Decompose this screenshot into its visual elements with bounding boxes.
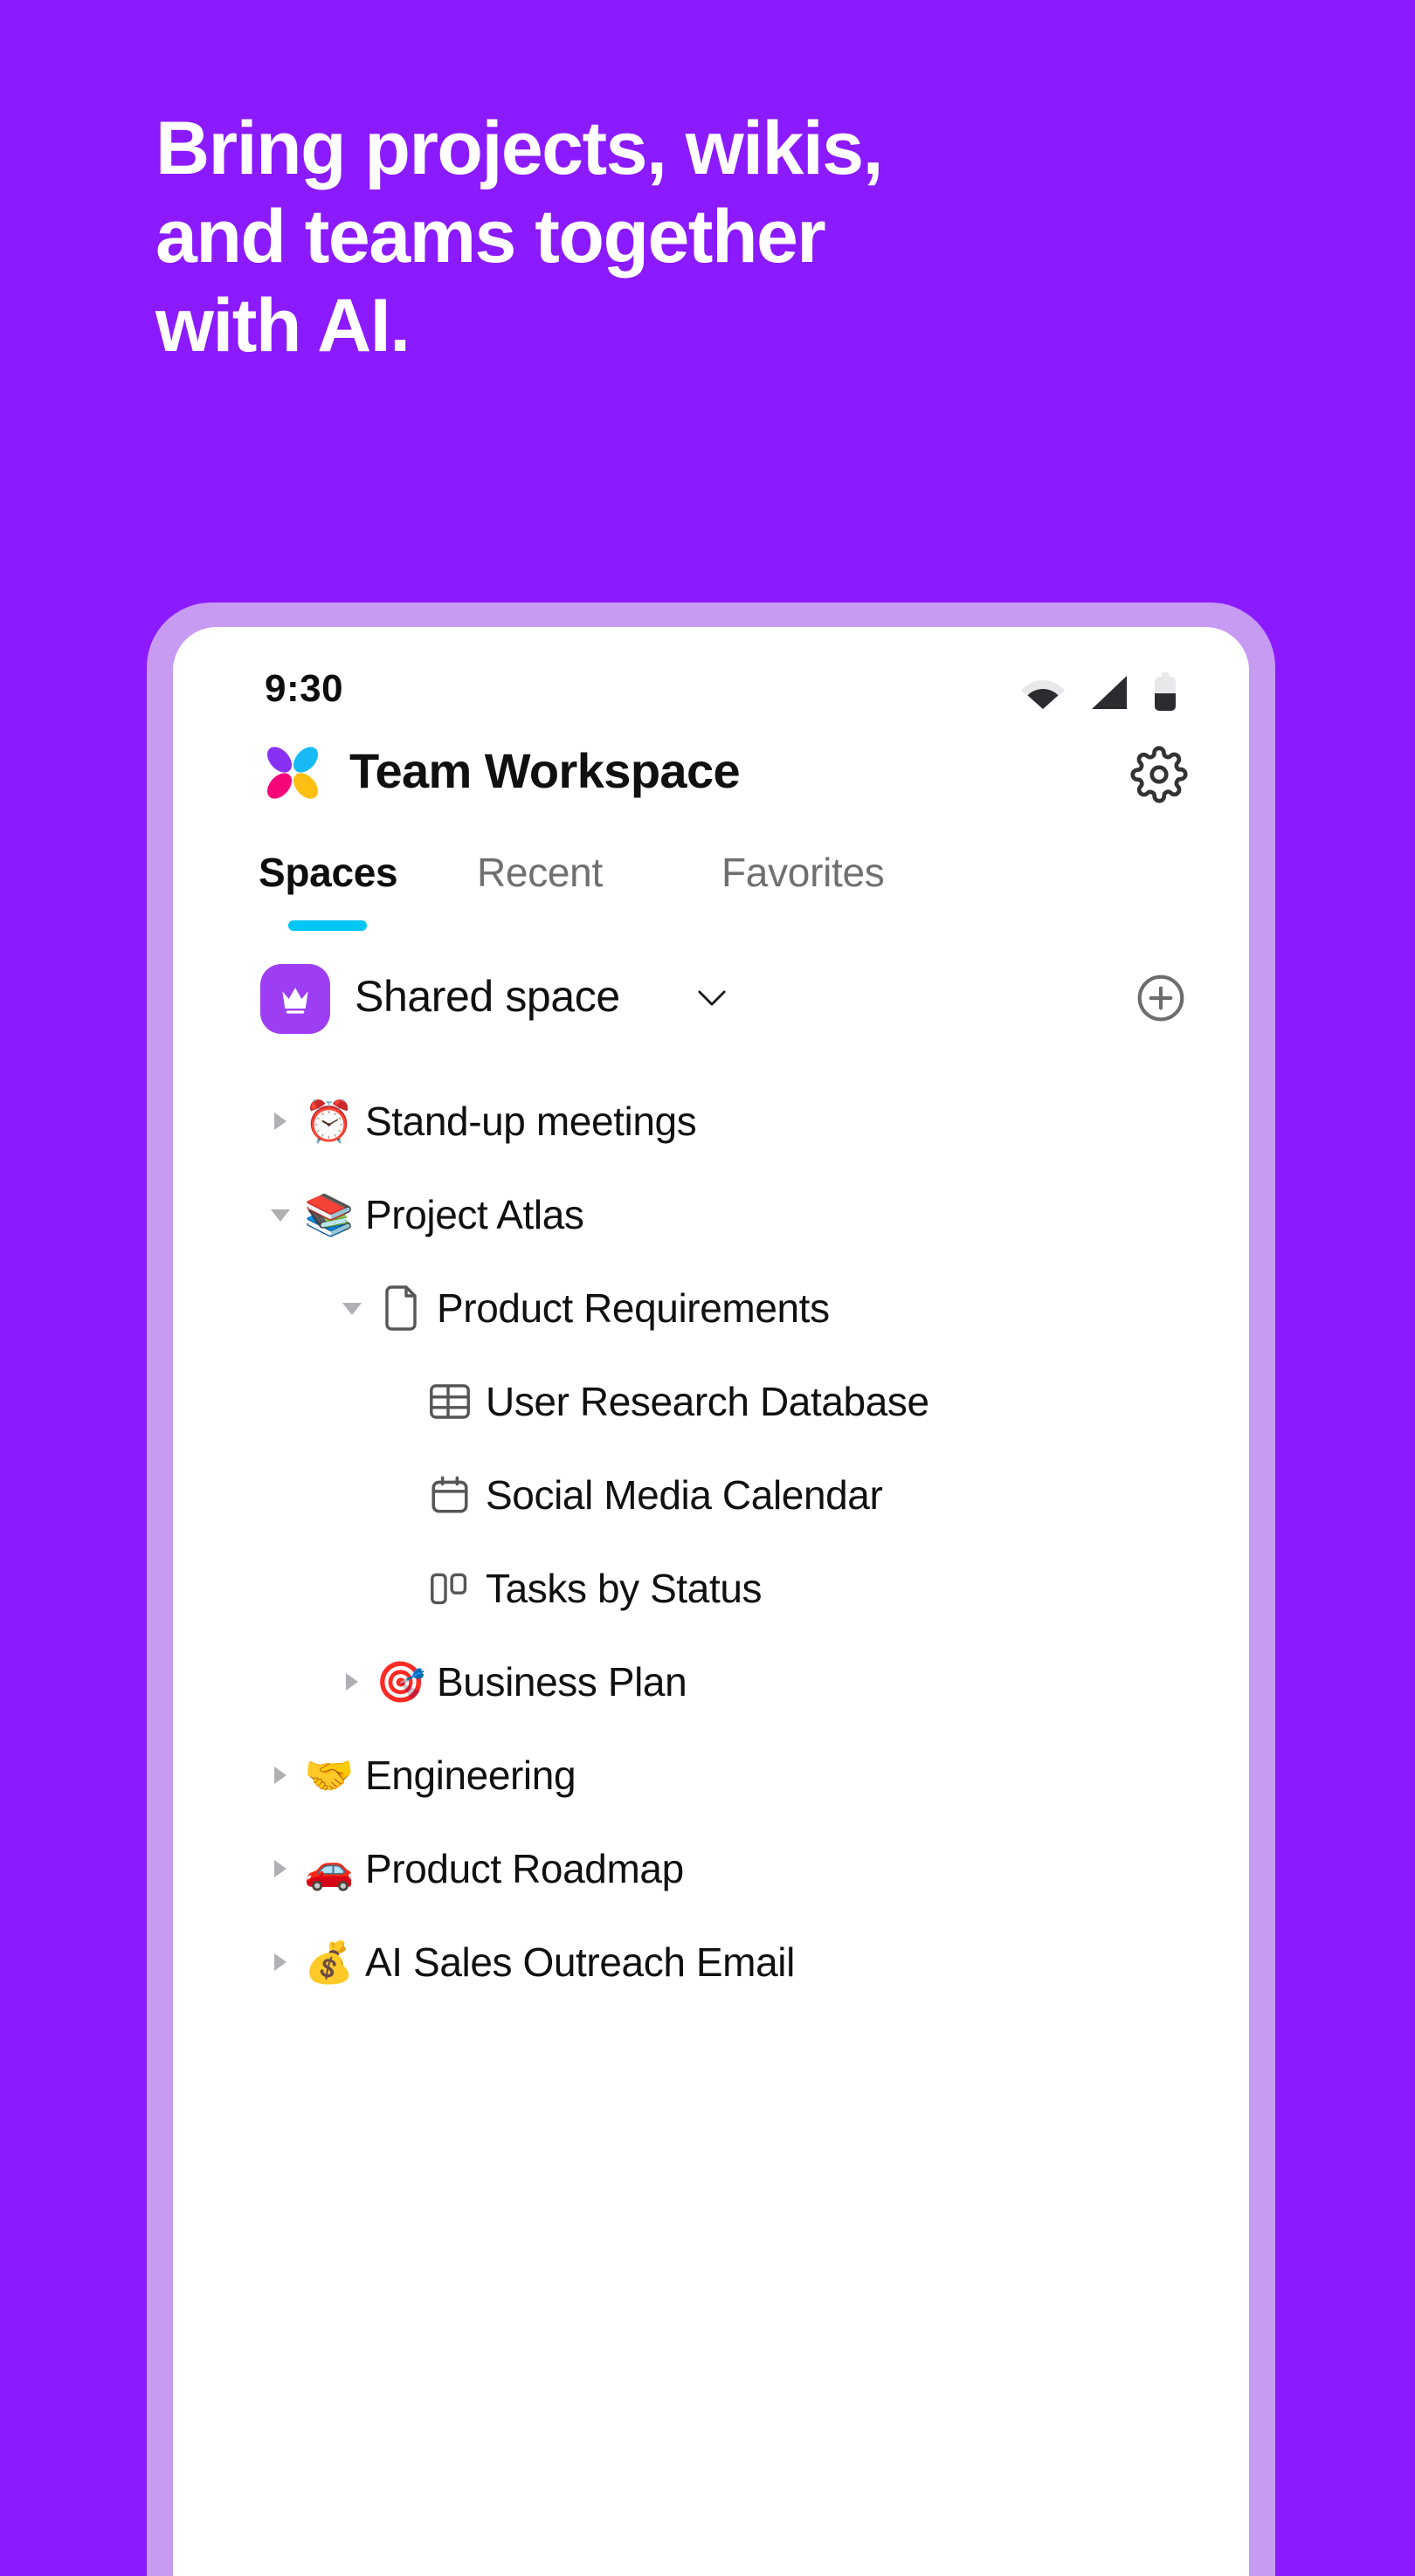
tree-row-label: Business Plan <box>437 1658 687 1705</box>
battery-icon <box>1153 672 1177 717</box>
phone-mockup-frame: 9:30 Team Workspace Spaces Recent Favori… <box>147 603 1275 2576</box>
twisty-expanded-icon[interactable] <box>332 1297 372 1319</box>
tree-row-label: AI Sales Outreach Email <box>365 1939 795 1985</box>
car-emoji: 🚗 <box>304 1845 355 1891</box>
app-header: Team Workspace <box>173 728 1249 835</box>
dart-emoji: 🎯 <box>376 1658 426 1705</box>
board-icon <box>421 1567 479 1609</box>
crown-icon <box>260 964 330 1034</box>
tree-row-label: Engineering <box>365 1752 576 1798</box>
tree-row[interactable]: 🚗 Product Roadmap <box>173 1822 1249 1915</box>
tree-row[interactable]: Product Requirements <box>173 1261 1249 1354</box>
tree-row[interactable]: 🎯 Business Plan <box>173 1635 1249 1728</box>
twisty-collapsed-icon[interactable] <box>260 1762 300 1788</box>
space-header-row[interactable]: Shared space <box>173 952 1249 1064</box>
chevron-down-icon[interactable] <box>697 988 727 1012</box>
status-bar: 9:30 <box>173 627 1249 728</box>
tree-row[interactable]: Social Media Calendar <box>173 1448 1249 1541</box>
books-emoji: 📚 <box>304 1191 355 1237</box>
tree-row[interactable]: 📚 Project Atlas <box>173 1167 1249 1261</box>
clickup-petals-logo <box>259 739 327 807</box>
page-headline: Bring projects, wikis, and teams togethe… <box>155 105 1256 370</box>
twisty-collapsed-icon[interactable] <box>260 1108 300 1134</box>
tab-recent[interactable]: Recent <box>477 849 603 896</box>
tree-row-label: Product Roadmap <box>365 1845 684 1891</box>
tree-row-label: Stand-up meetings <box>365 1098 697 1144</box>
headline-line-3: with AI. <box>155 283 411 368</box>
space-tree: ⏰ Stand-up meetings 📚 Project Atlas Product … <box>173 1064 1249 2008</box>
space-name-label: Shared space <box>355 972 620 1021</box>
twisty-collapsed-icon[interactable] <box>332 1669 372 1695</box>
tree-row[interactable]: 💰 AI Sales Outreach Email <box>173 1915 1249 2008</box>
tree-row-label: Tasks by Status <box>486 1565 763 1611</box>
doc-icon <box>372 1284 430 1333</box>
alarm-clock-emoji: ⏰ <box>304 1098 355 1144</box>
tree-row[interactable]: 🤝 Engineering <box>173 1728 1249 1822</box>
tree-row-label: Project Atlas <box>365 1191 584 1237</box>
wifi-icon <box>1020 675 1066 714</box>
handshake-emoji: 🤝 <box>304 1752 355 1798</box>
headline-line-2: and teams together <box>155 195 826 279</box>
headline-line-1: Bring projects, wikis, <box>155 107 884 190</box>
tree-row-label: Product Requirements <box>437 1285 830 1331</box>
tree-row[interactable]: User Research Database <box>173 1354 1249 1448</box>
tree-row[interactable]: Tasks by Status <box>173 1541 1249 1635</box>
calendar-icon <box>421 1473 479 1517</box>
phone-screen: 9:30 Team Workspace Spaces Recent Favori… <box>173 627 1249 2576</box>
cellular-signal-icon <box>1088 674 1130 715</box>
active-tab-indicator <box>288 920 367 931</box>
status-bar-icons <box>1020 672 1177 717</box>
table-icon <box>421 1381 479 1422</box>
gear-icon[interactable] <box>1130 746 1188 803</box>
tree-row[interactable]: ⏰ Stand-up meetings <box>173 1074 1249 1167</box>
workspace-tabs: Spaces Recent Favorites <box>173 835 1249 952</box>
twisty-expanded-icon[interactable] <box>260 1203 300 1226</box>
status-bar-time: 9:30 <box>265 667 344 710</box>
tree-row-label: Social Media Calendar <box>486 1471 883 1518</box>
tab-spaces[interactable]: Spaces <box>259 849 398 896</box>
app-title: Team Workspace <box>349 743 741 798</box>
tab-favorites[interactable]: Favorites <box>721 849 885 896</box>
plus-circle-icon[interactable] <box>1134 971 1188 1025</box>
tree-row-label: User Research Database <box>486 1378 929 1424</box>
twisty-collapsed-icon[interactable] <box>260 1856 300 1882</box>
money-bag-emoji: 💰 <box>304 1939 355 1985</box>
twisty-collapsed-icon[interactable] <box>260 1949 300 1975</box>
